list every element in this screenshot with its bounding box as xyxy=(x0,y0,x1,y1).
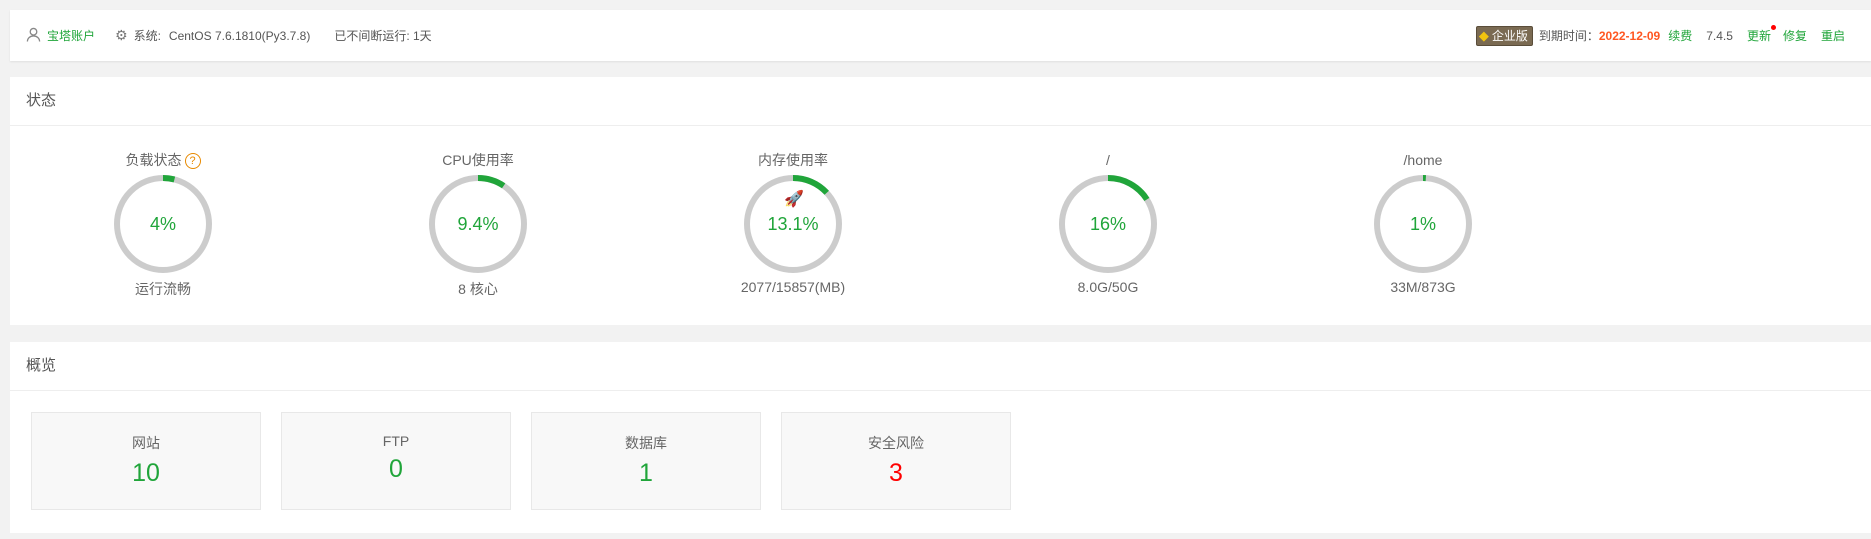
gauge-title-row: 负载状态? xyxy=(53,151,273,170)
card-value: 1 xyxy=(639,459,653,487)
edition-label: 企业版 xyxy=(1491,29,1528,43)
uptime-text: 已不间断运行: 1天 xyxy=(334,29,432,43)
card-value: 3 xyxy=(889,459,903,487)
version-text: 7.4.5 xyxy=(1706,28,1733,43)
gauge-title: / xyxy=(1106,152,1110,168)
system-value: CentOS 7.6.1810(Py3.7.8) xyxy=(168,28,311,43)
card-value: 0 xyxy=(389,455,403,483)
expire-label: 到期时间： xyxy=(1538,29,1599,43)
gauge-sub: 8 核心 xyxy=(458,281,498,297)
gauge-value: 16% xyxy=(1089,214,1127,234)
gauge-title: CPU使用率 xyxy=(442,152,514,168)
gauge-ring: 1% xyxy=(1372,173,1474,275)
gauge-ring: 16% xyxy=(1057,173,1159,275)
update-link[interactable]: 更新 xyxy=(1746,25,1776,44)
gauge-title-row: 内存使用率 xyxy=(683,151,903,169)
gauge-sub: 2077/15857(MB) xyxy=(740,279,846,295)
status-title: 状态 xyxy=(10,77,1871,126)
gear-icon: ⚙ xyxy=(115,27,128,43)
gauge-value: 13.1% xyxy=(767,214,819,234)
gauge-memory[interactable]: 内存使用率 🚀 13.1% 2077/15857(MB) xyxy=(683,151,903,295)
gauge-title: /home xyxy=(1403,152,1443,168)
card-label: 安全风险 xyxy=(868,435,924,451)
card-value: 10 xyxy=(132,459,160,487)
card-label: 数据库 xyxy=(625,435,667,451)
gauge-ring: 9.4% xyxy=(427,173,529,275)
edition-badge: ◆ 企业版 xyxy=(1475,25,1533,46)
gauge-title-row: / xyxy=(998,151,1218,169)
gauge-disk-root[interactable]: / 16% 8.0G/50G xyxy=(998,151,1218,295)
card-sites[interactable]: 网站 10 xyxy=(31,412,261,510)
card-database[interactable]: 数据库 1 xyxy=(531,412,761,510)
card-label: 网站 xyxy=(132,435,160,451)
gauge-ring: 🚀 13.1% xyxy=(742,173,844,275)
gauge-sub: 33M/873G xyxy=(1390,279,1456,295)
repair-link[interactable]: 修复 xyxy=(1783,27,1807,44)
card-label: FTP xyxy=(382,433,410,449)
gauge-title: 负载状态 xyxy=(125,152,182,168)
gauge-value: 9.4% xyxy=(457,214,499,234)
expire-date: 2022-12-09 xyxy=(1598,28,1661,43)
account-link[interactable]: 宝塔账户 xyxy=(47,27,95,44)
card-security-risk[interactable]: 安全风险 3 xyxy=(781,412,1011,510)
gauge-value: 1% xyxy=(1409,214,1436,234)
system-info: ⚙ 系统: CentOS 7.6.1810(Py3.7.8) xyxy=(115,27,310,44)
gauge-disk-home[interactable]: /home 1% 33M/873G xyxy=(1313,151,1533,295)
card-ftp[interactable]: FTP 0 xyxy=(281,412,511,510)
gauge-load[interactable]: 负载状态? 4% 运行流畅 xyxy=(53,151,273,299)
gauge-title: 内存使用率 xyxy=(758,152,828,168)
diamond-icon: ◆ xyxy=(1478,27,1489,43)
update-dot xyxy=(1770,25,1776,30)
update-label: 更新 xyxy=(1746,29,1771,43)
overview-title: 概览 xyxy=(10,342,1871,391)
gauge-sub: 运行流畅 xyxy=(135,281,191,297)
gauge-title-row: CPU使用率 xyxy=(368,151,588,169)
question-icon[interactable]: ? xyxy=(184,153,201,170)
gauge-title-row: /home xyxy=(1313,151,1533,169)
gauge-sub: 8.0G/50G xyxy=(1077,279,1139,295)
renew-link[interactable]: 续费 xyxy=(1668,27,1692,44)
status-panel: 状态 负载状态? 4% 运行流畅 CPU使用率 9.4% 8 核心 内存使用率 🚀 13.1% 2… xyxy=(10,77,1871,325)
user-icon xyxy=(26,27,41,45)
gauge-cpu[interactable]: CPU使用率 9.4% 8 核心 xyxy=(368,151,588,299)
gauge-ring: 4% xyxy=(112,173,214,275)
gauge-value: 4% xyxy=(149,214,176,234)
overview-panel: 概览 网站 10 FTP 0 数据库 1 安全风险 3 xyxy=(10,342,1871,533)
system-label: 系统: xyxy=(133,29,161,43)
top-bar: 宝塔账户 ⚙ 系统: CentOS 7.6.1810(Py3.7.8) 已不间断… xyxy=(10,10,1871,61)
restart-link[interactable]: 重启 xyxy=(1821,27,1845,44)
